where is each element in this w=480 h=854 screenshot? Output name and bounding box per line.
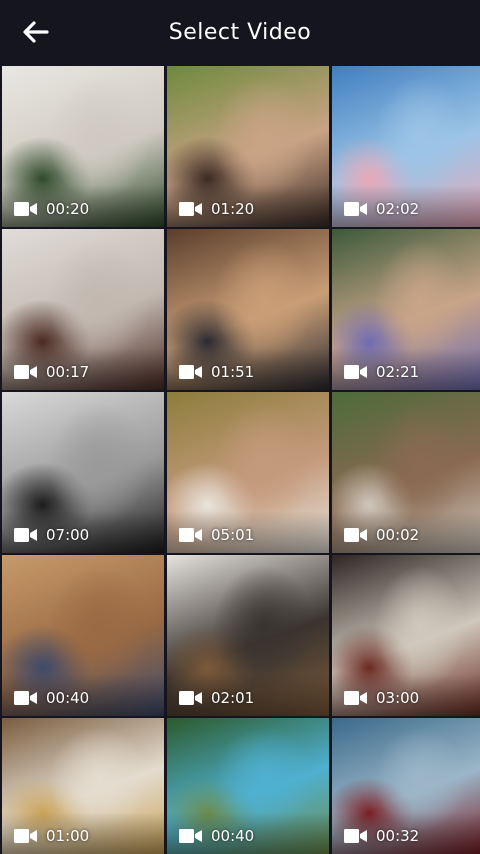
video-thumbnail[interactable]: 00:32 [332, 718, 480, 854]
duration-badge: 00:02 [344, 526, 419, 544]
video-camera-icon [14, 829, 37, 843]
video-thumbnail[interactable]: 00:17 [2, 229, 164, 390]
video-thumbnail[interactable]: 05:01 [167, 392, 329, 553]
video-duration: 01:51 [211, 363, 255, 381]
video-duration: 00:32 [376, 827, 420, 845]
video-camera-icon [179, 691, 202, 705]
video-thumbnail[interactable]: 01:51 [167, 229, 329, 390]
app-header: Select Video [0, 0, 480, 64]
video-duration: 01:00 [46, 827, 90, 845]
video-camera-icon [179, 528, 202, 542]
video-duration: 02:21 [376, 363, 420, 381]
video-duration: 00:40 [46, 689, 90, 707]
video-camera-icon [344, 528, 367, 542]
duration-badge: 00:32 [344, 827, 419, 845]
video-thumbnail[interactable]: 00:40 [167, 718, 329, 854]
video-thumbnail[interactable]: 01:20 [167, 66, 329, 227]
video-camera-icon [14, 365, 37, 379]
video-camera-icon [344, 691, 367, 705]
video-thumbnail[interactable]: 00:02 [332, 392, 480, 553]
video-duration: 00:02 [376, 526, 420, 544]
video-duration: 00:20 [46, 200, 90, 218]
duration-badge: 02:21 [344, 363, 419, 381]
video-thumbnail[interactable]: 07:00 [2, 392, 164, 553]
duration-badge: 01:00 [14, 827, 89, 845]
video-camera-icon [14, 528, 37, 542]
duration-badge: 00:20 [14, 200, 89, 218]
page-title: Select Video [168, 19, 312, 45]
video-grid: 00:20 01:20 02:02 00:17 01:51 02:21 07:00 05:01… [0, 64, 480, 854]
video-duration: 01:20 [211, 200, 255, 218]
video-camera-icon [14, 202, 37, 216]
duration-badge: 05:01 [179, 526, 254, 544]
video-camera-icon [344, 365, 367, 379]
video-duration: 00:40 [211, 827, 255, 845]
video-thumbnail[interactable]: 02:01 [167, 555, 329, 716]
video-thumbnail[interactable]: 03:00 [332, 555, 480, 716]
video-duration: 02:02 [376, 200, 420, 218]
video-thumbnail[interactable]: 00:20 [2, 66, 164, 227]
video-duration: 05:01 [211, 526, 255, 544]
video-duration: 00:17 [46, 363, 90, 381]
video-camera-icon [344, 829, 367, 843]
video-duration: 02:01 [211, 689, 255, 707]
video-duration: 03:00 [376, 689, 420, 707]
video-camera-icon [179, 829, 202, 843]
duration-badge: 00:40 [179, 827, 254, 845]
duration-badge: 00:17 [14, 363, 89, 381]
duration-badge: 03:00 [344, 689, 419, 707]
video-camera-icon [14, 691, 37, 705]
video-thumbnail[interactable]: 01:00 [2, 718, 164, 854]
duration-badge: 02:01 [179, 689, 254, 707]
video-camera-icon [179, 202, 202, 216]
duration-badge: 00:40 [14, 689, 89, 707]
duration-badge: 07:00 [14, 526, 89, 544]
video-thumbnail[interactable]: 02:21 [332, 229, 480, 390]
duration-badge: 02:02 [344, 200, 419, 218]
video-thumbnail[interactable]: 02:02 [332, 66, 480, 227]
video-duration: 07:00 [46, 526, 90, 544]
duration-badge: 01:51 [179, 363, 254, 381]
video-camera-icon [179, 365, 202, 379]
video-camera-icon [344, 202, 367, 216]
duration-badge: 01:20 [179, 200, 254, 218]
video-thumbnail[interactable]: 00:40 [2, 555, 164, 716]
